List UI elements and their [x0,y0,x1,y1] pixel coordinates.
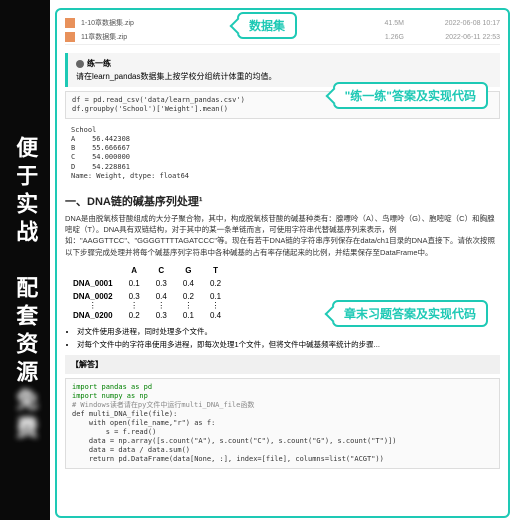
callout-exercise-answer: "练一练"答案及实现代码 [333,82,488,109]
file-size: 41.5M [354,20,404,27]
file-name: 1-10章数据集.zip [81,18,348,28]
table-row: DNA_0200 0.20.30.10.4 [65,309,229,322]
output-block-1: School A 56.442308 B 55.666667 C 54.0000… [65,122,500,185]
callout-chapter-answer: 章末习题答案及实现代码 [332,300,488,327]
dna-table: A C G T DNA_0001 0.10.30.40.2 DNA_0002 0… [65,264,229,322]
zip-icon [65,32,75,42]
table-header-row: A C G T [65,264,229,277]
answer-label: 【解答】 [65,355,500,374]
exercise-title: 练一练 [76,58,492,69]
file-name: 11章数据集.zip [81,32,348,42]
sidebar-title: 便于实战 配套资源免费 [12,136,38,444]
file-size: 1.26G [354,34,404,41]
exercise-desc: 请在learn_pandas数据集上按学校分组统计体重的均值。 [76,71,492,82]
section-title: 一、DNA链的碱基序列处理¹ [65,193,500,209]
code-block-2: import pandas as pd import numpy as np #… [65,378,500,470]
zip-icon [65,18,75,28]
file-date: 2022-06-08 10:17 [410,20,500,27]
list-item: 对文件使用多进程，同时处理多个文件。 [77,326,500,337]
main-panel: 数据集 "练一练"答案及实现代码 章末习题答案及实现代码 1-10章数据集.zi… [55,8,510,518]
gear-icon [76,60,84,68]
sidebar: 便于实战 配套资源免费 [0,0,50,520]
list-item: 对每个文件中的字符串使用多进程，即每次处理1个文件，但将文件中碱基频率统计的步骤… [77,339,500,350]
callout-dataset: 数据集 [237,12,297,39]
file-date: 2022-06-11 22:53 [410,34,500,41]
paragraph: DNA是由脱氧核苷酸组成的大分子聚合物，其中，构成脱氧核苷酸的碱基种类有：腺嘌呤… [65,213,500,258]
bullet-list: 对文件使用多进程，同时处理多个文件。 对每个文件中的字符串使用多进程，即每次处理… [65,326,500,351]
table-row: DNA_0001 0.10.30.40.2 [65,277,229,290]
